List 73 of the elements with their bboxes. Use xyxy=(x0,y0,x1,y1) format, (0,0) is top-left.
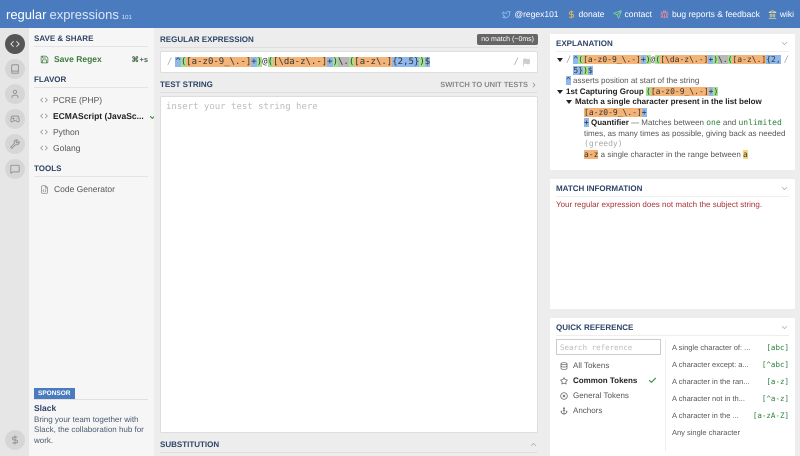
nav-button[interactable] xyxy=(4,109,24,129)
caret-down-icon[interactable] xyxy=(557,57,563,63)
tool-item[interactable]: Code Generator xyxy=(34,181,148,197)
collapse-icon[interactable] xyxy=(529,440,538,449)
nav-button[interactable] xyxy=(4,134,24,154)
chat-icon xyxy=(10,164,20,174)
header-link[interactable]: @regex101 xyxy=(502,9,559,19)
code-icon xyxy=(40,112,48,120)
gamepad-icon xyxy=(10,114,20,124)
header-link[interactable]: wiki xyxy=(768,9,794,19)
reference-category[interactable]: Anchors xyxy=(556,403,661,418)
section-title: TEST STRING xyxy=(160,80,213,89)
chevron-right-icon xyxy=(530,80,538,88)
bird-icon xyxy=(502,10,512,18)
header-link[interactable]: contact xyxy=(612,9,652,19)
save-icon xyxy=(40,54,49,64)
dollar-icon xyxy=(566,10,576,18)
nav-button[interactable] xyxy=(4,34,24,54)
collapse-icon[interactable] xyxy=(780,39,789,48)
flavor-option[interactable]: Golang xyxy=(34,140,148,156)
nav-button[interactable] xyxy=(4,59,24,79)
building-icon xyxy=(768,10,777,18)
check-icon xyxy=(648,376,657,385)
section-title: FLAVOR xyxy=(34,75,148,88)
regex-input-field[interactable]: / ^([a-z0-9_\.-]+)@([\da-z\.-]+)\.([a-z\.]{2,5})$ / xyxy=(160,51,538,73)
explanation-line: 1st Capturing Group ([a-z0-9_\.-]+) xyxy=(566,86,718,97)
book-icon xyxy=(10,64,20,74)
collapse-icon[interactable] xyxy=(780,184,789,193)
section-title: SUBSTITUTION xyxy=(160,440,220,449)
nav-button[interactable] xyxy=(4,84,24,104)
collapse-icon[interactable] xyxy=(780,323,789,332)
match-message: Your regular expression does not match the subject string. xyxy=(556,200,764,209)
header-link[interactable]: bug reports & feedback xyxy=(660,9,760,19)
person-icon xyxy=(10,89,20,99)
section-title: MATCH INFORMATION xyxy=(556,184,642,193)
paper-plane-icon xyxy=(612,10,622,18)
code-icon xyxy=(10,39,20,49)
code-icon xyxy=(40,96,48,104)
dollar-icon xyxy=(10,435,20,445)
reference-category[interactable]: All Tokens xyxy=(556,358,661,373)
flavor-option[interactable]: Python xyxy=(34,124,148,140)
bug-icon xyxy=(660,10,669,18)
explanation-line: + Quantifier — Matches between one and unlimited times, as many times as possible, giving back as needed (greedy) xyxy=(584,118,786,150)
explanation-line: a-z a single character in the range between a xyxy=(584,150,748,160)
section-title: REGULAR EXPRESSION xyxy=(160,35,254,44)
flag-icon[interactable] xyxy=(522,58,531,66)
explanation-line: ^ asserts position at start of the string xyxy=(566,76,700,86)
section-title: QUICK REFERENCE xyxy=(556,323,634,332)
file-icon xyxy=(40,184,49,194)
circle-x-icon xyxy=(560,392,568,400)
reference-category[interactable]: General Tokens xyxy=(556,388,661,403)
nav-button[interactable] xyxy=(4,430,24,450)
nav-button[interactable] xyxy=(4,159,24,179)
code-icon xyxy=(40,144,48,152)
section-title: EXPLANATION xyxy=(556,39,613,48)
flavor-option[interactable]: PCRE (PHP) xyxy=(34,92,148,108)
section-title: TOOLS xyxy=(34,164,148,177)
flavor-option[interactable]: ECMAScript (JavaSc... xyxy=(34,108,148,124)
explanation-line: [a-z0-9_\.-]+ xyxy=(584,108,647,118)
reference-category[interactable]: Common Tokens xyxy=(556,373,661,388)
caret-down-icon[interactable] xyxy=(566,99,572,105)
header-link[interactable]: donate xyxy=(566,9,605,19)
anchor-icon xyxy=(560,406,568,414)
sponsor-name: Slack xyxy=(34,402,58,413)
sponsor-text: Bring your team together with Slack, the collaboration hub for work. xyxy=(34,414,145,446)
caret-down-icon[interactable] xyxy=(557,88,563,94)
code-icon xyxy=(40,128,48,136)
wrench-icon xyxy=(10,139,20,149)
database-icon xyxy=(560,362,568,370)
star-icon xyxy=(560,376,568,384)
explanation-line: Match a single character present in the list below xyxy=(575,97,762,108)
test-string-field[interactable]: insert your test string here xyxy=(160,96,538,433)
section-title: SAVE & SHARE xyxy=(34,34,148,47)
